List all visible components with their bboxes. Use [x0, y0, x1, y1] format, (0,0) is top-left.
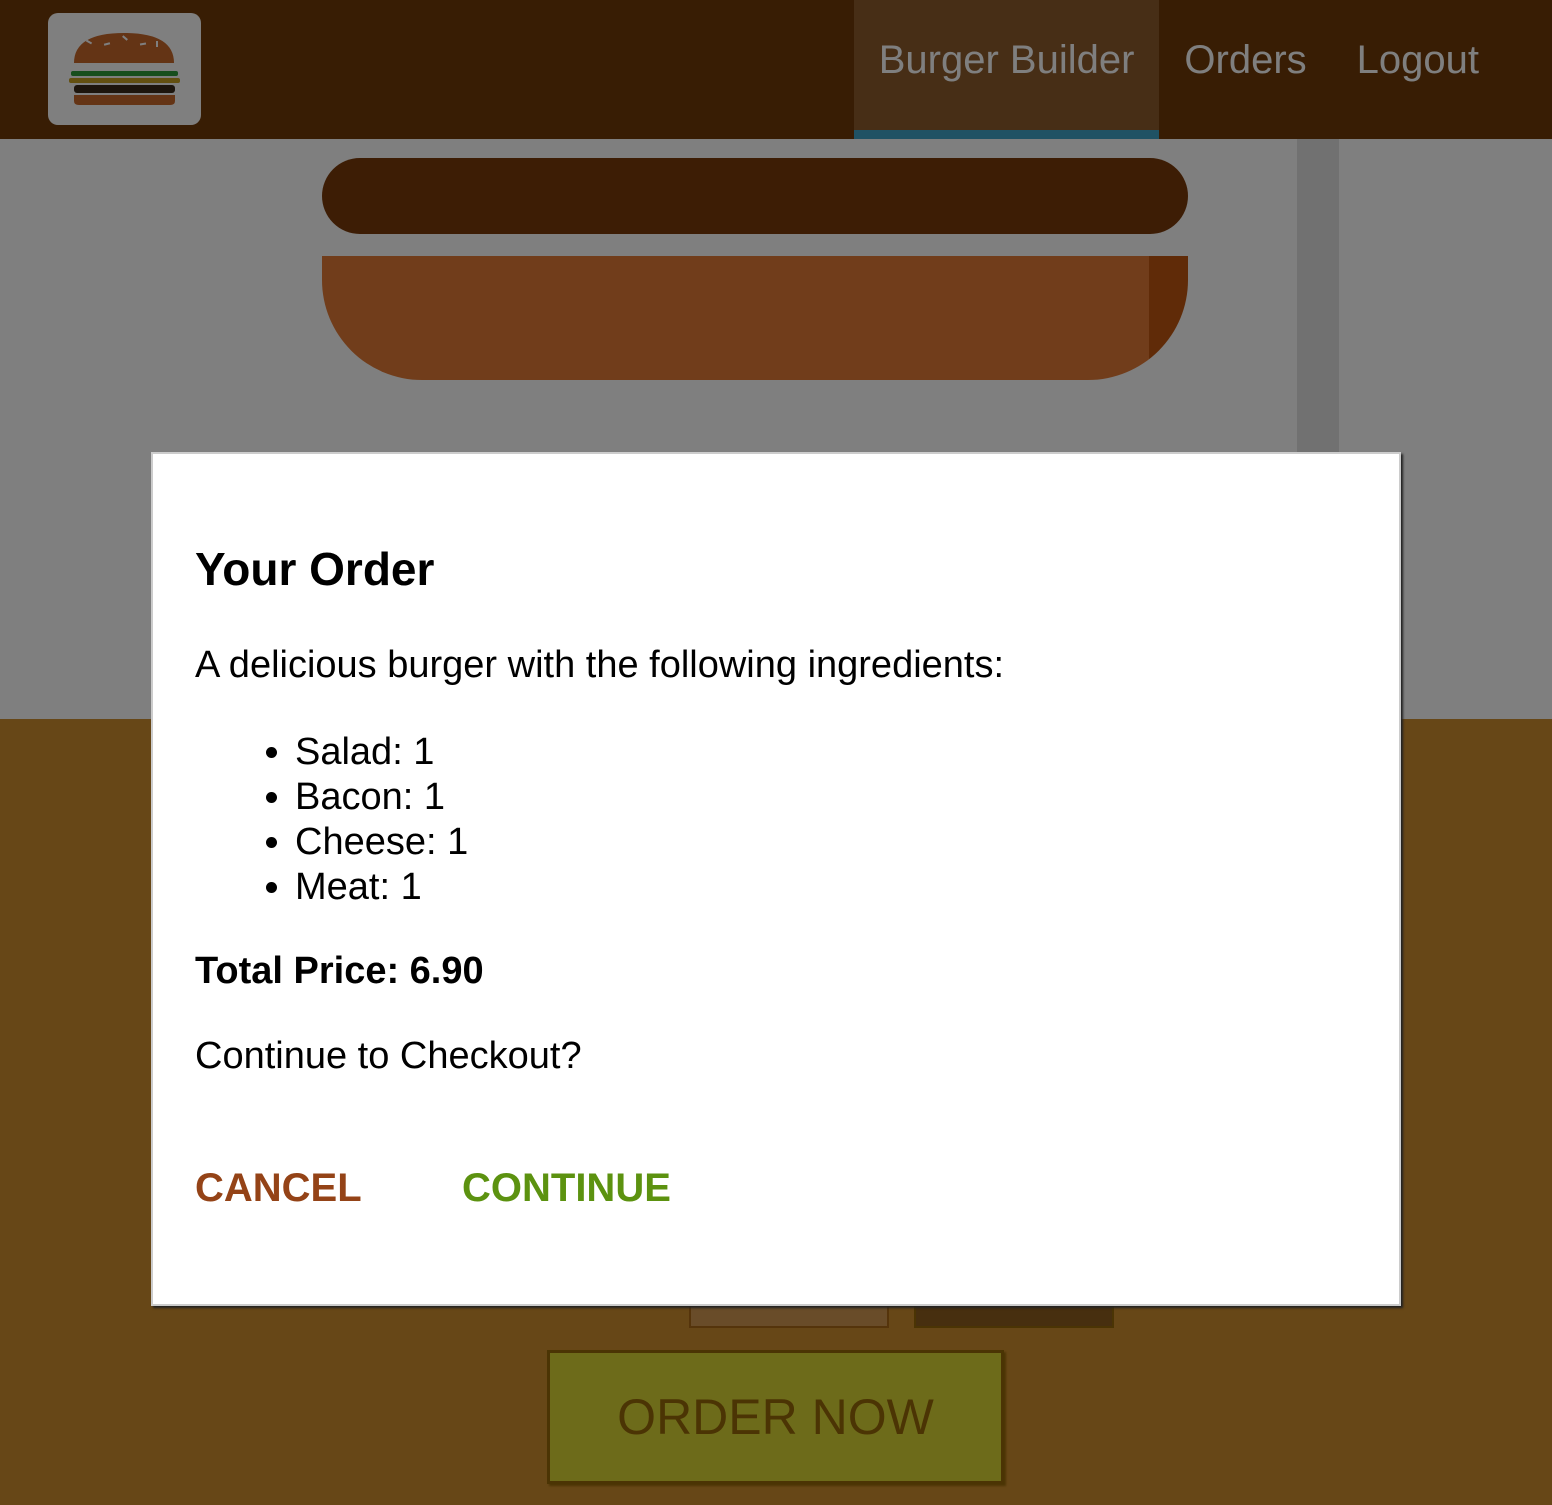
checkout-question: Continue to Checkout?: [195, 1035, 582, 1077]
continue-button[interactable]: CONTINUE: [462, 1166, 671, 1211]
modal-title: Your Order: [195, 543, 435, 595]
app-root: Burger Builder Orders Logout ORDER NOW Y…: [0, 0, 1552, 1505]
ingredient-item: Bacon: 1: [295, 775, 468, 820]
ingredient-item: Cheese: 1: [295, 820, 468, 865]
ingredient-list: Salad: 1 Bacon: 1 Cheese: 1 Meat: 1: [195, 730, 468, 910]
order-intro: A delicious burger with the following in…: [195, 644, 1005, 686]
total-price: Total Price: 6.90: [195, 950, 484, 992]
ingredient-item: Salad: 1: [295, 730, 468, 775]
order-summary-modal: Your Order A delicious burger with the f…: [151, 452, 1401, 1306]
cancel-button[interactable]: CANCEL: [195, 1166, 362, 1211]
ingredient-item: Meat: 1: [295, 865, 468, 910]
